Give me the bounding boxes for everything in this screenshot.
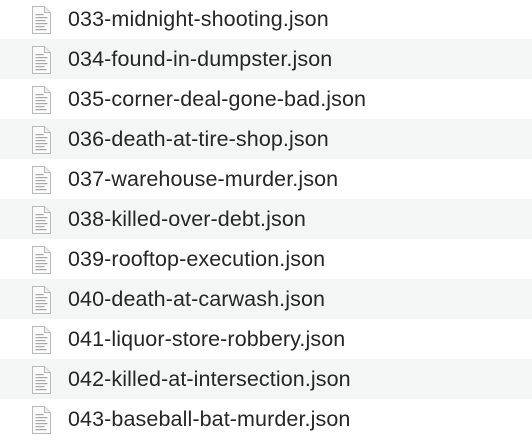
- file-name: 041-liquor-store-robbery.json: [68, 327, 346, 351]
- file-name: 034-found-in-dumpster.json: [68, 47, 333, 71]
- file-row[interactable]: 037-warehouse-murder.json: [0, 159, 532, 199]
- json-document-icon: [27, 5, 55, 35]
- file-name: 040-death-at-carwash.json: [68, 287, 326, 311]
- file-row[interactable]: 042-killed-at-intersection.json: [0, 359, 532, 399]
- file-row[interactable]: 041-liquor-store-robbery.json: [0, 319, 532, 359]
- file-row[interactable]: 039-rooftop-execution.json: [0, 239, 532, 279]
- file-name: 037-warehouse-murder.json: [68, 167, 339, 191]
- file-row[interactable]: 034-found-in-dumpster.json: [0, 39, 532, 79]
- file-row[interactable]: 038-killed-over-debt.json: [0, 199, 532, 239]
- file-name: 042-killed-at-intersection.json: [68, 367, 351, 391]
- json-document-icon: [27, 405, 55, 435]
- json-document-icon: [27, 125, 55, 155]
- file-row[interactable]: 036-death-at-tire-shop.json: [0, 119, 532, 159]
- file-name: 043-baseball-bat-murder.json: [68, 407, 351, 431]
- file-name: 033-midnight-shooting.json: [68, 7, 329, 31]
- json-document-icon: [27, 85, 55, 115]
- file-name: 036-death-at-tire-shop.json: [68, 127, 329, 151]
- json-document-icon: [27, 285, 55, 315]
- file-row[interactable]: 033-midnight-shooting.json: [0, 0, 532, 39]
- json-document-icon: [27, 245, 55, 275]
- file-list: 033-midnight-shooting.json 034-found-in-…: [0, 0, 532, 448]
- file-name: 035-corner-deal-gone-bad.json: [68, 87, 367, 111]
- file-row[interactable]: 040-death-at-carwash.json: [0, 279, 532, 319]
- json-document-icon: [27, 205, 55, 235]
- json-document-icon: [27, 165, 55, 195]
- file-name: 038-killed-over-debt.json: [68, 207, 306, 231]
- json-document-icon: [27, 365, 55, 395]
- json-document-icon: [27, 325, 55, 355]
- file-row[interactable]: 043-baseball-bat-murder.json: [0, 399, 532, 439]
- file-row[interactable]: 035-corner-deal-gone-bad.json: [0, 79, 532, 119]
- file-name: 039-rooftop-execution.json: [68, 247, 326, 271]
- json-document-icon: [27, 45, 55, 75]
